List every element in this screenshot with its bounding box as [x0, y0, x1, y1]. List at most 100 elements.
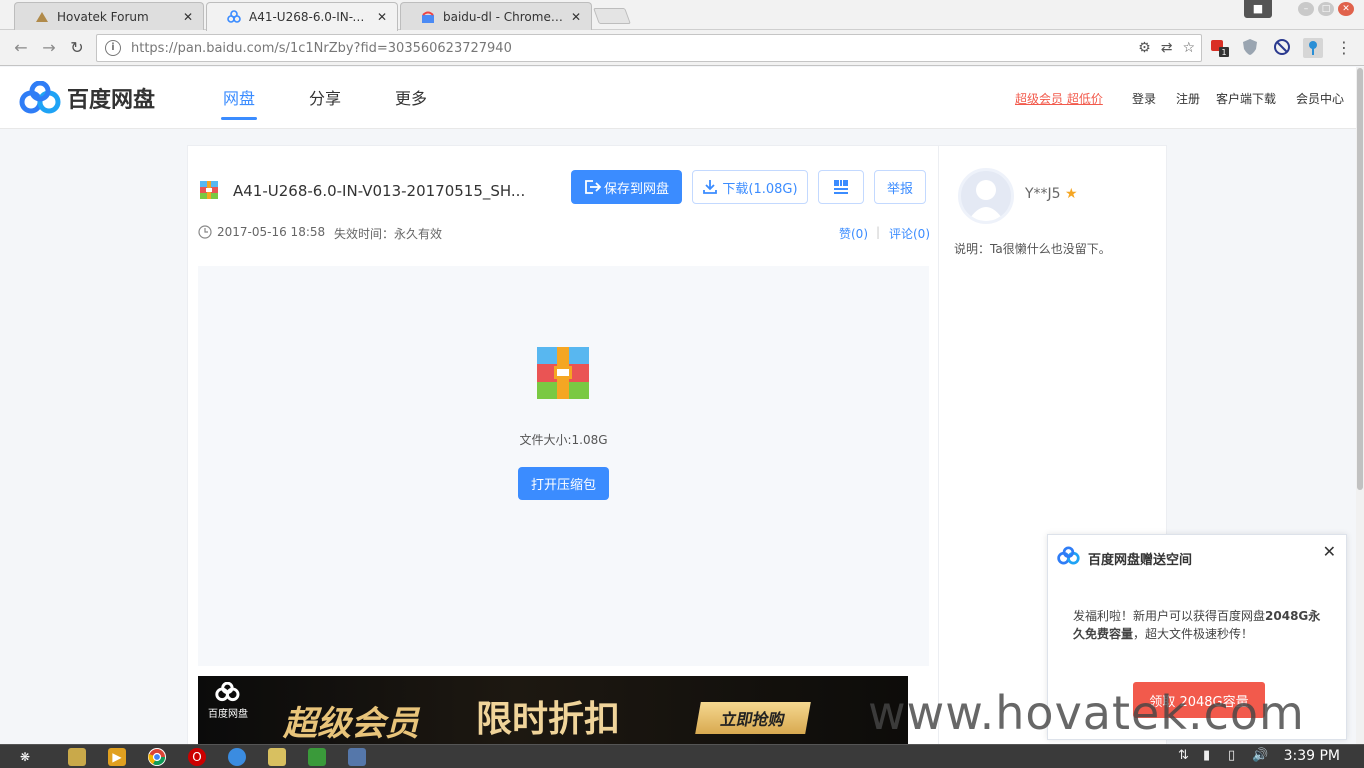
browser-titlebar: Hovatek Forum ✕ A41-U268-6.0-IN-V013-2 ✕…: [0, 0, 1364, 31]
save-disk-icon[interactable]: [348, 748, 366, 766]
block-icon[interactable]: [1272, 38, 1292, 58]
chrome-menu-icon[interactable]: ⋮: [1336, 38, 1352, 57]
notes-icon[interactable]: [268, 748, 286, 766]
meta-divider: |: [876, 225, 881, 239]
tab-chrome-web-store[interactable]: baidu-dl - Chrome Web S ✕: [400, 2, 592, 30]
clock-icon: [198, 225, 212, 239]
tab-hovatek-forum[interactable]: Hovatek Forum ✕: [14, 2, 204, 30]
baidu-pan-logo[interactable]: 百度网盘: [19, 81, 155, 115]
media-player-icon[interactable]: ▶: [108, 748, 126, 766]
file-size: 文件大小:1.08G: [519, 433, 608, 447]
minimize-button[interactable]: –: [1298, 2, 1314, 16]
popup-message: 发福利啦！新用户可以获得百度网盘2048G永久免费容量，超大文件极速秒传！: [1073, 607, 1331, 643]
nav-tab-netdisk[interactable]: 网盘: [220, 85, 258, 120]
download-icon: [703, 180, 718, 194]
qrcode-icon: [834, 180, 848, 194]
popup-text-a: 发福利啦！新用户可以获得百度网盘: [1073, 609, 1266, 623]
tab-baidu-pan[interactable]: A41-U268-6.0-IN-V013-2 ✕: [206, 2, 398, 31]
chrome-taskbar-icon[interactable]: [148, 748, 166, 766]
popup-close-icon[interactable]: ✕: [1323, 542, 1336, 561]
save-to-netdisk-button[interactable]: 保存到网盘: [571, 170, 682, 204]
forward-arrow-icon[interactable]: →: [38, 37, 60, 59]
file-name: A41-U268-6.0-IN-V013-20170515_SH...: [233, 182, 526, 200]
banner-logo: 百度网盘: [208, 681, 248, 720]
puzzle-icon[interactable]: ⚙: [1138, 40, 1151, 56]
url-text: https://pan.baidu.com/s/1c1NrZby?fid=303…: [131, 40, 512, 56]
baidu-pan-logo-icon: [19, 81, 61, 114]
banner-logo-icon: [215, 681, 240, 702]
battery-icon[interactable]: ▯: [1228, 748, 1235, 763]
save-icon: [585, 180, 602, 194]
tab-close-icon[interactable]: ✕: [181, 10, 195, 24]
download-button[interactable]: 下载(1.08G): [692, 170, 808, 204]
client-download-link[interactable]: 客户端下载: [1216, 90, 1276, 107]
sharer-description: 说明：Ta很懒什么也没留下。: [954, 242, 1111, 256]
qrcode-button[interactable]: [818, 170, 864, 204]
translate-icon[interactable]: ⇄: [1161, 40, 1173, 56]
banner-vip-text: 超级会员: [283, 704, 419, 744]
start-menu-icon[interactable]: ❋: [16, 748, 34, 766]
banner-logo-text: 百度网盘: [208, 709, 248, 720]
open-archive-button[interactable]: 打开压缩包: [518, 467, 609, 500]
share-date: 2017-05-16 18:58: [217, 225, 326, 239]
member-center-link[interactable]: 会员中心: [1296, 90, 1344, 107]
tab-title: baidu-dl - Chrome Web S: [443, 9, 563, 24]
tab-title: Hovatek Forum: [57, 9, 149, 24]
extension-pin-icon[interactable]: [1303, 38, 1323, 58]
svg-text:1: 1: [1221, 48, 1226, 57]
nav-tab-more[interactable]: 更多: [395, 85, 427, 109]
login-link[interactable]: 登录: [1132, 90, 1156, 107]
site-info-icon[interactable]: i: [105, 40, 121, 56]
file-manager-icon[interactable]: [68, 748, 86, 766]
report-button[interactable]: 举报: [874, 170, 926, 204]
register-link[interactable]: 注册: [1176, 90, 1200, 107]
hovatek-watermark: www.hovatek.com: [868, 686, 1305, 740]
window-close-button[interactable]: ✕: [1338, 2, 1354, 16]
profile-icon[interactable]: ■: [1244, 0, 1272, 18]
avatar[interactable]: [958, 168, 1014, 224]
popup-text-b: ，超大文件极速秒传！: [1133, 627, 1254, 641]
comment-link[interactable]: 评论(0): [889, 225, 930, 242]
tab-close-icon[interactable]: ✕: [375, 10, 389, 24]
vip-crown-icon: ★: [1065, 186, 1078, 202]
like-link[interactable]: 赞(0): [839, 225, 868, 242]
baidu-pan-popup-logo-icon: [1057, 546, 1080, 565]
logo-text: 百度网盘: [67, 88, 156, 113]
scrollbar-thumb[interactable]: [1357, 68, 1363, 490]
file-share-panel: A41-U268-6.0-IN-V013-20170515_SH... 保存到网…: [187, 145, 939, 746]
file-preview-area: 文件大小:1.08G 打开压缩包: [198, 266, 929, 666]
sharer-name[interactable]: Y**J5 ★: [1025, 186, 1078, 202]
vip-ad-banner[interactable]: 百度网盘 超级会员 限时折扣 立即抢购: [198, 676, 908, 746]
app-green-icon[interactable]: [308, 748, 326, 766]
volume-icon[interactable]: 🔊: [1252, 748, 1268, 763]
nav-tab-share[interactable]: 分享: [309, 85, 341, 109]
tab-close-icon[interactable]: ✕: [569, 10, 583, 24]
window-controls: – □ ✕: [1298, 0, 1354, 18]
os-taskbar: ❋ ▶ O ⇅ ▮ ▯ 🔊 3:39 PM: [0, 744, 1364, 768]
app-blue-icon[interactable]: [228, 748, 246, 766]
save-label: 保存到网盘: [603, 181, 669, 197]
reload-icon[interactable]: ↻: [66, 37, 88, 59]
maximize-button[interactable]: □: [1318, 2, 1334, 16]
download-label: 下载(1.08G): [722, 181, 798, 197]
new-tab-button[interactable]: [593, 8, 631, 24]
baidu-pan-favicon-icon: [227, 10, 241, 23]
sharer-name-text: Y**J5: [1025, 186, 1061, 202]
expiry-text: 失效时间：永久有效: [334, 227, 443, 241]
bookmark-star-icon[interactable]: ☆: [1182, 40, 1195, 56]
back-arrow-icon[interactable]: ←: [10, 37, 32, 59]
shield-icon[interactable]: [1240, 38, 1260, 58]
extension-red-icon[interactable]: 1: [1210, 38, 1230, 58]
signal-icon[interactable]: ▮: [1203, 748, 1210, 763]
popup-title: 百度网盘赠送空间: [1088, 553, 1193, 568]
banner-buy-button[interactable]: 立即抢购: [695, 702, 811, 734]
archive-large-icon: [537, 347, 589, 399]
taskbar-clock[interactable]: 3:39 PM: [1284, 748, 1340, 764]
opera-icon[interactable]: O: [188, 748, 206, 766]
address-bar[interactable]: i https://pan.baidu.com/s/1c1NrZby?fid=3…: [96, 34, 1202, 62]
network-transfer-icon[interactable]: ⇅: [1178, 748, 1189, 763]
vip-promo-link[interactable]: 超级会员 超低价: [1015, 90, 1103, 107]
user-silhouette-icon: [968, 180, 1004, 221]
banner-discount-text: 限时折扣: [476, 699, 621, 740]
tab-title: A41-U268-6.0-IN-V013-2: [249, 10, 369, 24]
